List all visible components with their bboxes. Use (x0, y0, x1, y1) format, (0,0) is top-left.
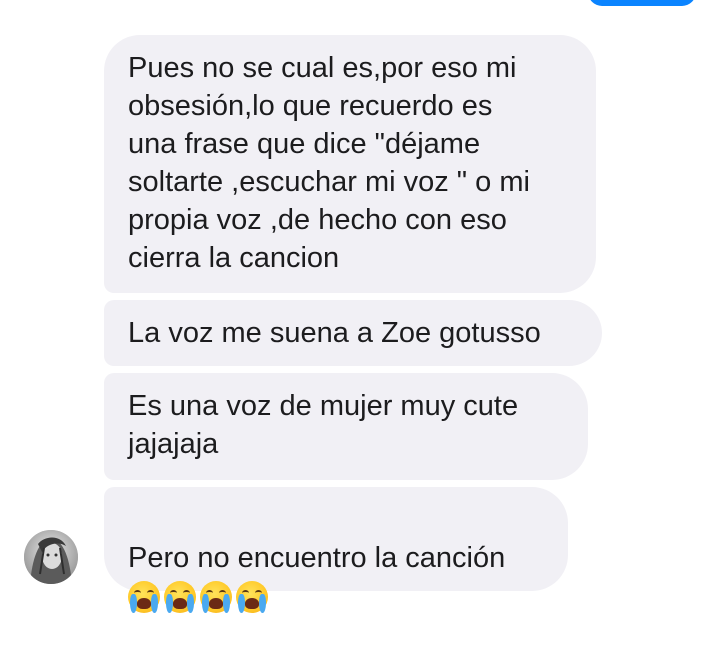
crying-face-icon (200, 581, 232, 613)
crying-face-icon (236, 581, 268, 613)
sender-avatar[interactable] (24, 530, 78, 584)
incoming-message-3[interactable]: Es una voz de mujer muy cute jajajaja (104, 373, 588, 480)
incoming-message-2[interactable]: La voz me suena a Zoe gotusso (104, 300, 602, 366)
outgoing-message-bubble[interactable] (588, 0, 696, 6)
incoming-message-4[interactable]: Pero no encuentro la canción (104, 487, 568, 613)
avatar-portrait-icon (24, 530, 78, 584)
crying-face-icon (164, 581, 196, 613)
emoji-row (128, 581, 544, 613)
message-text: Pero no encuentro la canción (128, 542, 506, 574)
incoming-message-1[interactable]: Pues no se cual es,por eso mi obsesión,l… (104, 35, 596, 293)
crying-face-icon (128, 581, 160, 613)
